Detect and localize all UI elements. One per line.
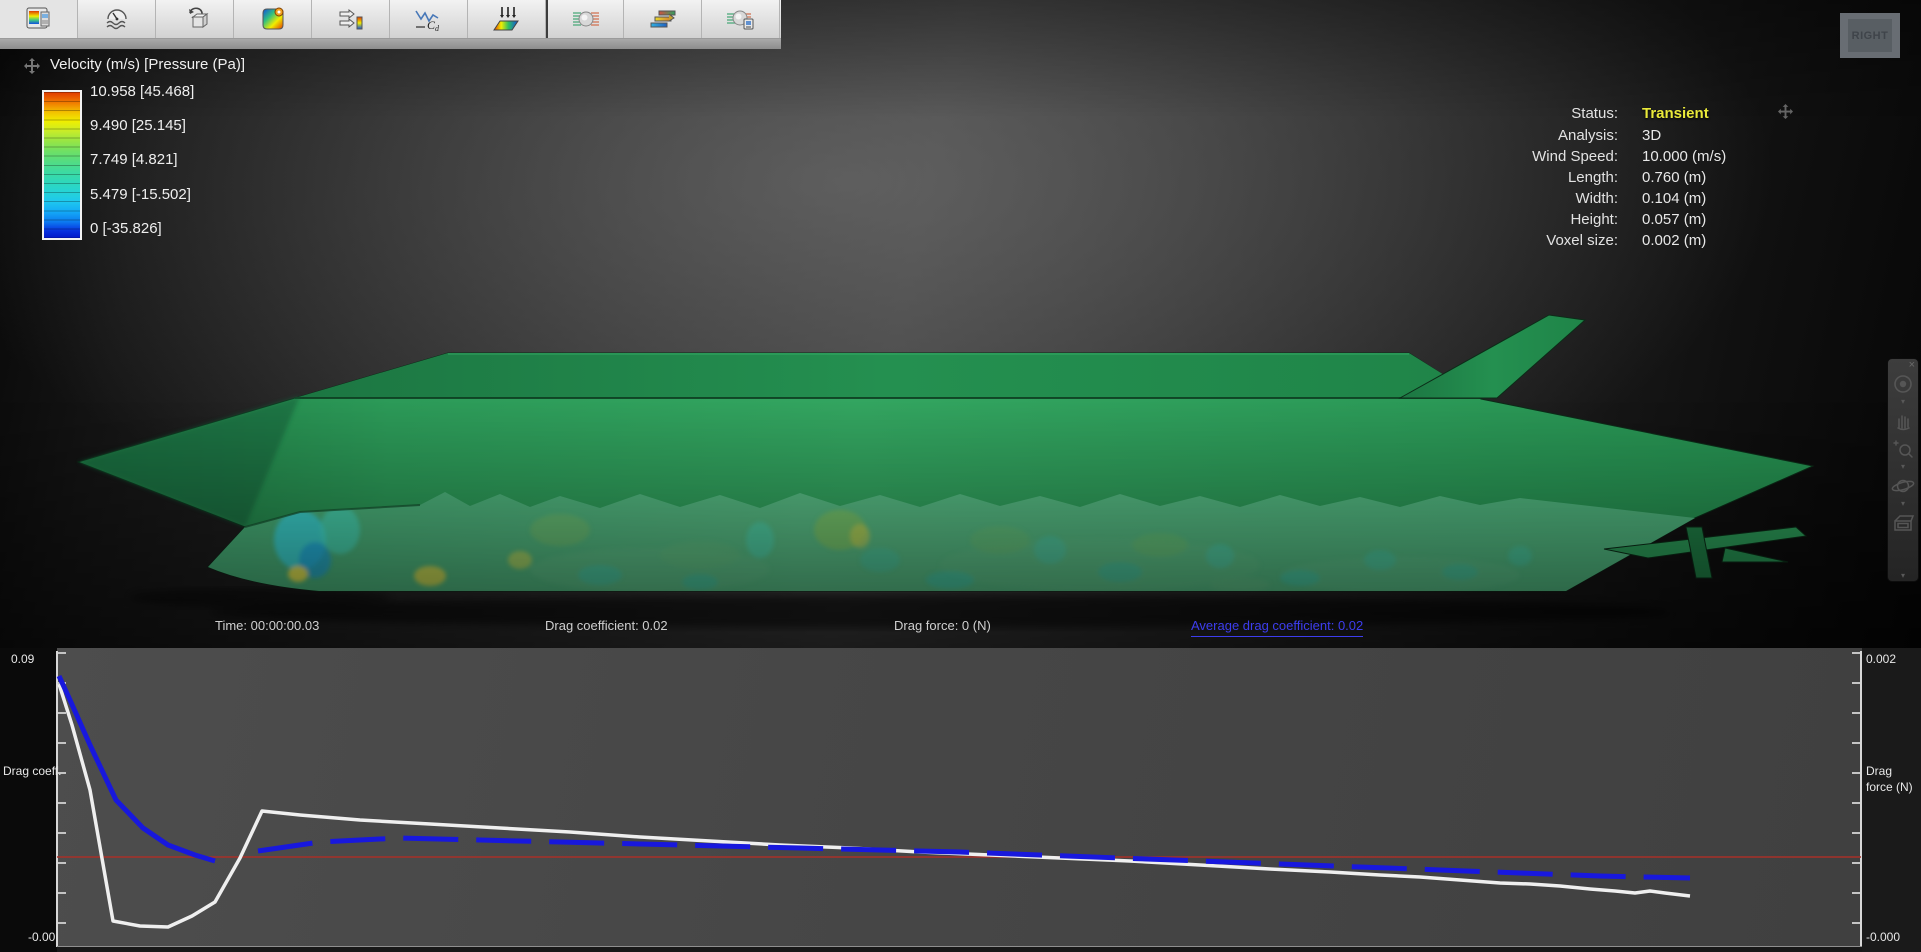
iso-surface-icon[interactable] <box>546 0 624 38</box>
status-value: 0.104 (m) <box>1642 190 1707 207</box>
orbit-icon[interactable] <box>1890 473 1916 499</box>
drag-plot-icon[interactable]: C d <box>390 0 468 38</box>
view-cube[interactable]: RIGHT <box>1840 13 1900 58</box>
legend-entry: 9.490 [25.145] <box>90 117 186 134</box>
legend-title: Velocity (m/s) [Pressure (Pa)] <box>50 56 246 73</box>
drag-history-chart: 0.09 Drag coeff. -0.00 0.002 Drag force … <box>0 648 1921 952</box>
pan-hand-icon[interactable] <box>1890 408 1916 434</box>
legend-move-icon[interactable] <box>24 58 40 74</box>
rotate-model-icon[interactable] <box>156 0 234 38</box>
status-value: 0.057 (m) <box>1642 211 1707 228</box>
drag-coefficient-readout: Drag coefficient: 0.02 <box>545 618 668 633</box>
look-at-view-icon[interactable] <box>1890 510 1916 536</box>
navigation-bar: × ▾ ▾ ▾ ▾ <box>1887 358 1919 582</box>
flow-lines-icon[interactable] <box>312 0 390 38</box>
legend-color-bar <box>42 90 82 240</box>
view-cube-face[interactable]: RIGHT <box>1848 19 1892 52</box>
status-label: Voxel size: <box>1546 232 1618 249</box>
status-value: 0.760 (m) <box>1642 169 1707 186</box>
toolbar-lower-strip <box>0 39 781 49</box>
average-drag-coefficient-link[interactable]: Average drag coefficient: 0.02 <box>1191 618 1364 637</box>
status-label: Width: <box>1575 190 1618 207</box>
navbar-close-icon[interactable]: × <box>1909 360 1915 371</box>
status-label: Wind Speed: <box>1532 148 1618 165</box>
3d-viewport[interactable] <box>0 0 1921 648</box>
navbar-customize-icon[interactable]: ▾ <box>1901 572 1905 580</box>
main-toolbar: C d <box>0 0 781 39</box>
section-planes-icon[interactable] <box>624 0 702 38</box>
render-sphere-icon[interactable] <box>702 0 780 38</box>
status-value: 10.000 (m/s) <box>1642 148 1727 165</box>
status-label: Length: <box>1567 169 1618 186</box>
drag-force-readout: Drag force: 0 (N) <box>894 618 991 633</box>
chevron-down-icon[interactable]: ▾ <box>1901 398 1905 406</box>
legend-entry: 10.958 [45.468] <box>90 83 195 100</box>
inflow-plane-icon[interactable] <box>468 0 546 38</box>
status-value: 0.002 (m) <box>1642 232 1707 249</box>
view-cube-label: RIGHT <box>1851 29 1889 42</box>
time-readout: Time: 00:00:00.03 <box>215 618 320 633</box>
svg-text:d: d <box>435 24 440 33</box>
status-label: Height: <box>1570 211 1618 228</box>
legend-entry: 5.479 [-15.502] <box>90 186 191 203</box>
status-label: Analysis: <box>1557 127 1618 144</box>
zoom-icon[interactable] <box>1890 436 1916 462</box>
status-value: 3D <box>1642 127 1662 144</box>
chart-series-lines <box>56 674 1861 929</box>
legend-entry: 0 [-35.826] <box>90 220 162 237</box>
status-label: Status: <box>1571 105 1618 122</box>
status-value: Transient <box>1642 105 1709 122</box>
results-window-icon[interactable] <box>0 0 78 38</box>
flow-design-app: C d Velocity (m/s) [Pressure (Pa)] 10.95… <box>0 0 1921 952</box>
chevron-down-icon[interactable]: ▾ <box>1901 500 1905 508</box>
navigation-wheel-icon[interactable] <box>1890 371 1916 397</box>
legend-entry: 7.749 [4.821] <box>90 151 178 168</box>
wind-tunnel-icon[interactable] <box>78 0 156 38</box>
surface-pressure-icon[interactable] <box>234 0 312 38</box>
viewport-vignette <box>0 0 1921 648</box>
chevron-down-icon[interactable]: ▾ <box>1901 463 1905 471</box>
